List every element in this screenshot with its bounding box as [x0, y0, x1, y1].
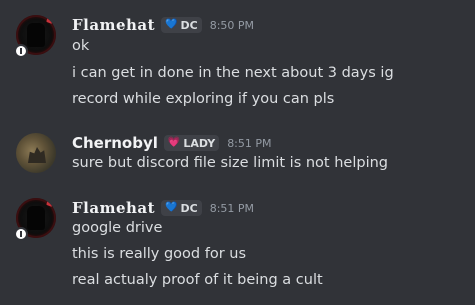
message-text: ok — [72, 38, 90, 54]
avatar-figure — [28, 147, 46, 163]
role-tag-label: DC — [180, 201, 198, 215]
heart-icon: 💗 — [167, 137, 181, 148]
avatar-figure — [27, 23, 45, 47]
message-text: i can get in done in the next about 3 da… — [72, 65, 394, 81]
role-tag[interactable]: 💙 DC — [161, 200, 202, 216]
role-tag[interactable]: 💙 DC — [161, 17, 202, 33]
timestamp[interactable]: 8:51 PM — [210, 202, 254, 215]
avatar-figure — [27, 206, 45, 230]
avatar-accent — [46, 16, 54, 24]
heart-icon: 💙 — [165, 202, 178, 213]
status-badge-icon — [14, 227, 28, 241]
username[interactable]: Flamehat — [72, 199, 155, 217]
message-text: sure but discord file size limit is not … — [72, 155, 388, 171]
message-header: Flamehat 💙 DC 8:50 PM — [72, 14, 254, 36]
username[interactable]: Flamehat — [72, 16, 155, 34]
avatar-accent — [46, 199, 54, 207]
message-text: record while exploring if you can pls — [72, 91, 335, 107]
message-header: Chernobyl 💗 LADY 8:51 PM — [72, 132, 272, 154]
heart-icon: 💙 — [165, 19, 178, 30]
role-tag[interactable]: 💗 LADY — [163, 135, 220, 151]
timestamp[interactable]: 8:50 PM — [210, 19, 254, 32]
message-text: this is really good for us — [72, 246, 247, 262]
status-badge-icon — [14, 44, 28, 58]
username[interactable]: Chernobyl — [72, 134, 158, 152]
message-text: real actualy proof of it being a cult — [72, 272, 323, 288]
role-tag-label: LADY — [183, 136, 216, 150]
timestamp[interactable]: 8:51 PM — [227, 137, 271, 150]
avatar[interactable] — [16, 133, 56, 173]
message-text: google drive — [72, 220, 163, 236]
role-tag-label: DC — [180, 18, 198, 32]
message-header: Flamehat 💙 DC 8:51 PM — [72, 197, 254, 219]
